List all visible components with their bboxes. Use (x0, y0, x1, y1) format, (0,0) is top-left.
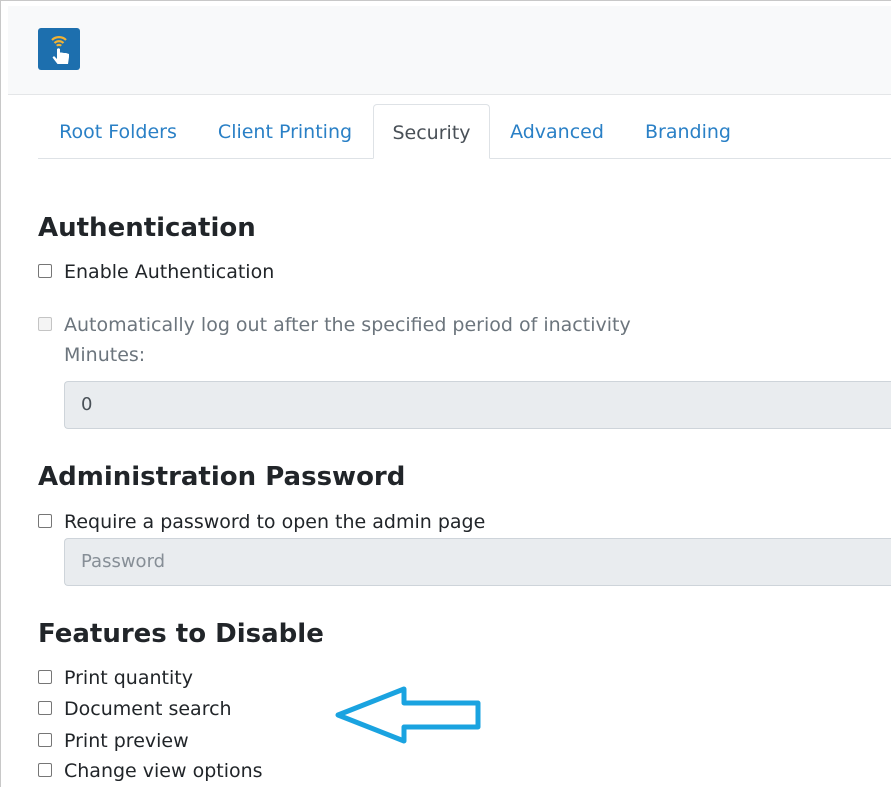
require-password-label[interactable]: Require a password to open the admin pag… (64, 510, 485, 534)
enable-authentication-label[interactable]: Enable Authentication (64, 260, 274, 284)
document-search-checkbox[interactable] (38, 701, 52, 715)
minutes-label: Minutes: (64, 344, 146, 366)
auto-logout-label: Automatically log out after the specifie… (64, 314, 631, 336)
enable-authentication-checkbox[interactable] (38, 264, 52, 278)
arrow-left-outline-icon (335, 686, 481, 744)
features-heading: Features to Disable (38, 619, 324, 649)
app-header (8, 6, 891, 95)
document-search-label[interactable]: Document search (64, 697, 232, 721)
tab-client-printing[interactable]: Client Printing (206, 104, 364, 158)
change-view-options-checkbox[interactable] (38, 763, 52, 777)
tab-security[interactable]: Security (373, 104, 490, 159)
print-quantity-label[interactable]: Print quantity (64, 666, 193, 690)
touch-wireless-icon[interactable] (38, 28, 80, 70)
tab-advanced[interactable]: Advanced (498, 104, 616, 158)
tab-branding[interactable]: Branding (630, 104, 746, 158)
print-quantity-checkbox[interactable] (38, 670, 52, 684)
require-password-checkbox[interactable] (38, 514, 52, 528)
authentication-heading: Authentication (38, 213, 256, 243)
tab-root-folders[interactable]: Root Folders (38, 104, 198, 158)
change-view-options-label[interactable]: Change view options (64, 759, 263, 783)
password-input[interactable]: Password (64, 538, 891, 586)
minutes-input[interactable]: 0 (64, 381, 891, 429)
print-preview-checkbox[interactable] (38, 733, 52, 747)
auto-logout-checkbox[interactable] (38, 317, 52, 331)
settings-tabs: Root Folders Client Printing Security Ad… (38, 104, 891, 159)
print-preview-label[interactable]: Print preview (64, 729, 189, 753)
admin-password-heading: Administration Password (38, 462, 406, 492)
